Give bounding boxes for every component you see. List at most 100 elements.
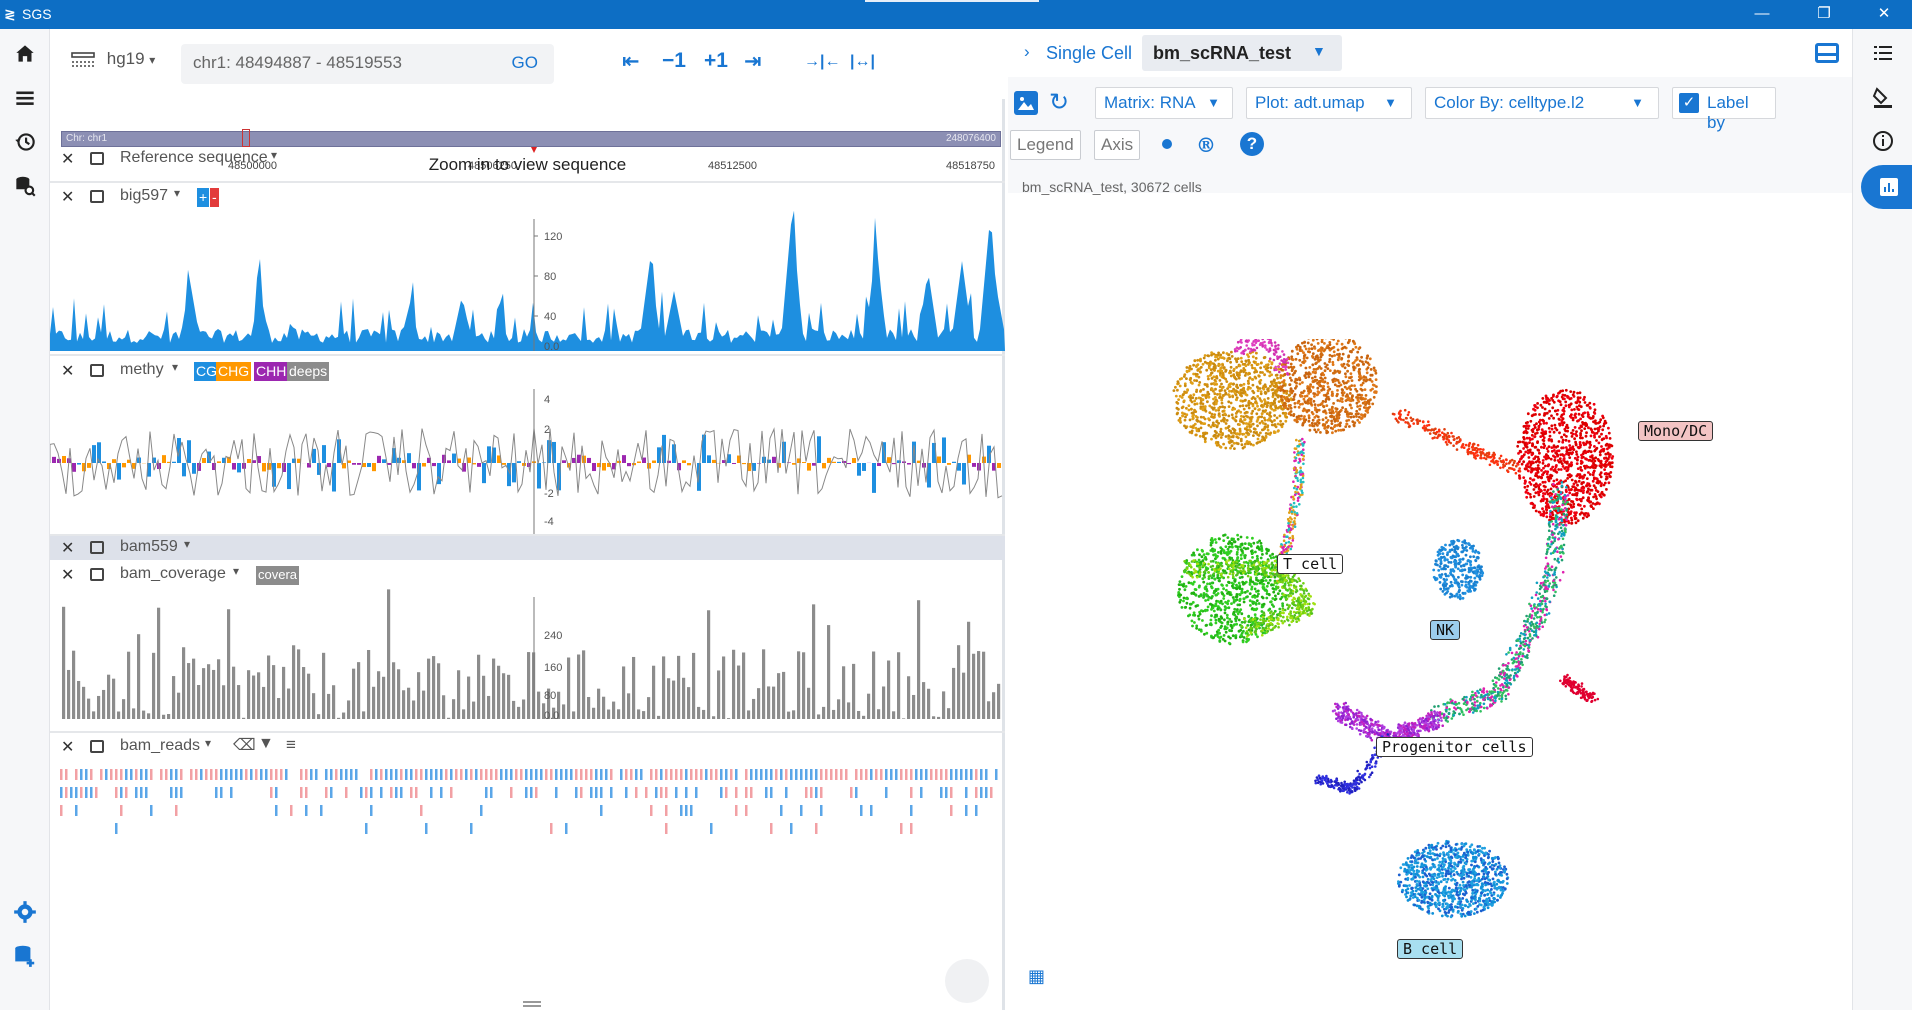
home-icon[interactable] [12,41,38,67]
maximize-button[interactable]: ❐ [1804,3,1844,25]
read-mark [745,769,748,780]
track-select-checkbox[interactable] [90,568,104,581]
cell-point [1596,501,1599,504]
strand-minus-badge[interactable]: - [210,188,219,207]
track-select-checkbox[interactable] [90,190,104,203]
chromosome-ideogram[interactable]: Chr: chr1 248076400 [61,131,1001,147]
step-back-button[interactable]: −1 [662,49,686,73]
cell-point [1579,418,1582,421]
cell-point [1220,420,1223,423]
cell-point [1563,679,1566,682]
jump-start-button[interactable]: ⇤ [622,49,640,74]
cell-point [1242,422,1245,425]
read-mark [760,769,763,780]
track-header-big597[interactable]: ✕ big597 ▾ + - [50,185,1005,209]
cell-point [1536,432,1539,435]
close-track-icon[interactable]: ✕ [61,737,74,757]
legend-button[interactable]: Legend [1010,130,1081,160]
cell-point [1344,425,1347,428]
cell-point [1296,352,1299,355]
close-track-icon[interactable]: ✕ [61,187,74,207]
cell-point [1497,693,1500,696]
r-language-icon[interactable]: ® [1196,133,1216,157]
cell-point [1300,415,1303,418]
track-header-bam-reads[interactable]: ✕ bam_reads ▾ ⌫ ▼ ≡ [50,735,1005,759]
close-track-icon[interactable]: ✕ [61,361,74,381]
context-chg-badge[interactable]: CHG [216,362,251,381]
locus-input[interactable]: chr1: 48494887 - 48519553 GO [181,44,554,84]
history-icon[interactable] [12,129,38,155]
track-header-methy[interactable]: ✕ methy ▾ CG CHG CHH deeps [50,359,1005,383]
chevron-down-icon[interactable]: ▾ [184,537,190,551]
step-forward-button[interactable]: +1 [704,49,728,73]
read-mark [150,769,153,780]
track-select-checkbox[interactable] [90,364,104,377]
read-mark [570,769,573,780]
chevron-down-icon[interactable]: ▾ [233,564,239,578]
coverage-badge[interactable]: covera [256,566,299,585]
cell-point [1274,366,1277,369]
chevron-down-icon[interactable]: ▾ [205,736,211,750]
read-mark [790,769,793,780]
chevron-down-icon[interactable]: ▾ [174,186,180,200]
axis-button[interactable]: Axis [1094,130,1140,160]
refresh-icon[interactable]: ↻ [1049,88,1069,117]
chevron-down-icon[interactable]: ▾ [172,360,178,374]
point-size-icon[interactable] [1162,139,1172,149]
add-database-icon[interactable] [12,943,38,969]
track-select-checkbox[interactable] [90,740,104,753]
track-name[interactable]: bam_coverage [120,565,226,583]
list-icon[interactable] [12,85,38,111]
track-name[interactable]: bam559 [120,538,178,556]
image-export-icon[interactable] [1014,91,1038,115]
track-header-bam559[interactable]: ✕ bam559 ▾ [50,536,1005,560]
genome-selector[interactable]: hg19 ▾ [70,49,155,70]
context-chh-badge[interactable]: CHH [254,362,288,381]
help-icon[interactable]: ? [1240,132,1264,156]
coverage-bar [947,708,950,719]
jump-end-button[interactable]: ⇥ [744,49,762,74]
read-mark [975,805,978,816]
settings-icon[interactable] [12,899,38,925]
layout-toggle-icon[interactable] [1815,43,1839,63]
track-name[interactable]: methy [120,361,164,379]
clear-selection-icon[interactable]: ⌫ [233,735,256,755]
cell-point [1541,397,1544,400]
track-name[interactable]: bam_reads [120,737,200,755]
context-deeps-badge[interactable]: deeps [287,362,329,381]
plot-dropdown[interactable]: Plot: adt.umap▼ [1246,87,1412,119]
strand-plus-badge[interactable]: + [197,188,209,207]
track-name[interactable]: big597 [120,187,168,205]
scroll-top-button[interactable] [945,959,989,1003]
zoom-in-button[interactable]: →|← [804,53,840,71]
go-button[interactable]: GO [512,53,538,73]
color-by-dropdown[interactable]: Color By: celltype.l2▼ [1425,87,1659,119]
close-track-icon[interactable]: ✕ [61,538,74,558]
panel-resize-handle[interactable] [523,1001,541,1007]
cell-point [1520,658,1523,661]
checkbox-checked-icon[interactable]: ✓ [1679,93,1699,113]
close-button[interactable]: ✕ [1864,3,1904,25]
section-title[interactable]: Single Cell [1046,43,1132,64]
chevron-right-icon[interactable]: › [1024,42,1030,62]
umap-scatter-plot[interactable] [1008,339,1852,1029]
menu-icon[interactable]: ≡ [286,735,296,755]
cell-point [1339,424,1342,427]
cell-point [1335,712,1338,715]
label-by-toggle[interactable]: ✓ Label by [1672,87,1776,119]
zoom-out-button[interactable]: |↔| [850,53,875,71]
filter-icon[interactable]: ▼ [258,735,274,753]
coverage-bar [247,670,250,719]
dataset-selector[interactable]: bm_scRNA_test ▼ [1142,35,1342,71]
track-header-bam-coverage[interactable]: ✕ bam_coverage ▾ covera [50,563,1005,587]
close-track-icon[interactable]: ✕ [61,565,74,585]
cell-point [1281,350,1284,353]
coverage-bar [237,685,240,719]
matrix-dropdown[interactable]: Matrix: RNA▼ [1095,87,1233,119]
track-select-checkbox[interactable] [90,541,104,554]
minimize-button[interactable]: — [1742,3,1782,25]
cell-point [1528,425,1531,428]
read-mark [580,787,583,798]
search-database-icon[interactable] [12,173,38,199]
cell-point [1265,432,1268,435]
